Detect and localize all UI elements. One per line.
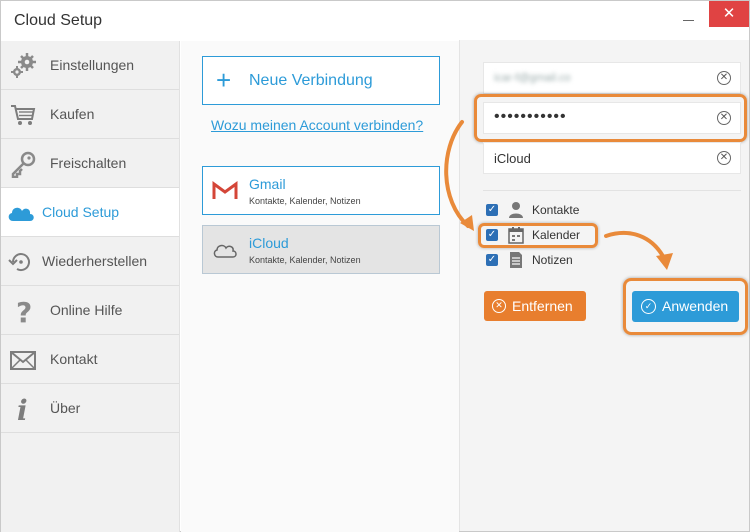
apply-button[interactable]: ✓ Anwenden — [632, 291, 739, 322]
sidebar-item-label: Online Hilfe — [50, 302, 123, 318]
account-services: Kontakte, Kalender, Notizen — [249, 255, 361, 265]
cloud-outline-icon — [213, 244, 237, 258]
remove-button-label: Entfernen — [512, 298, 573, 314]
sidebar-item-einstellungen[interactable]: Einstellungen — [1, 41, 179, 90]
info-icon: i — [17, 395, 28, 423]
note-icon — [510, 252, 522, 268]
sidebar-item-label: Freischalten — [50, 155, 127, 171]
checkbox-checked[interactable]: ✓ — [486, 204, 498, 216]
sidebar-item-ueber[interactable]: i Über — [1, 384, 179, 433]
person-icon — [509, 202, 523, 218]
checkbox-label: Kontakte — [532, 203, 580, 217]
sidebar-item-label: Kaufen — [50, 106, 95, 122]
email-value: icar-f@gmail.co — [494, 72, 571, 84]
sidebar-item-kaufen[interactable]: Kaufen — [1, 90, 179, 139]
close-button[interactable]: ✕ — [709, 1, 749, 27]
remove-circle-icon: ✕ — [492, 299, 506, 313]
checkbox-label: Notizen — [532, 253, 573, 267]
plus-icon: + — [216, 65, 232, 95]
sidebar-item-wiederherstellen[interactable]: Wiederherstellen — [1, 237, 179, 286]
clear-icon[interactable]: ✕ — [717, 71, 731, 85]
window-title: Cloud Setup — [14, 12, 103, 29]
check-circle-icon: ✓ — [641, 299, 656, 314]
minimize-button[interactable] — [682, 14, 696, 28]
password-highlight — [474, 94, 747, 142]
sidebar: Einstellungen Kaufen Freischalten Cloud … — [1, 41, 180, 532]
gears-icon — [11, 53, 36, 78]
new-connection-button[interactable]: + Neue Verbindung — [202, 56, 440, 105]
account-name-value: iCloud — [494, 151, 531, 166]
title-bar: Cloud Setup ✕ — [1, 1, 749, 41]
account-item-icloud[interactable]: iCloud Kontakte, Kalender, Notizen — [202, 225, 440, 274]
envelope-icon — [10, 351, 36, 370]
question-icon: ? — [16, 297, 32, 325]
sidebar-item-kontakt[interactable]: Kontakt — [1, 335, 179, 384]
sidebar-item-cloud-setup[interactable]: Cloud Setup — [1, 188, 179, 237]
key-icon — [11, 151, 36, 178]
sidebar-item-label: Über — [50, 400, 81, 416]
svg-text:i: i — [17, 395, 28, 423]
sidebar-item-freischalten[interactable]: Freischalten — [1, 139, 179, 188]
sidebar-item-label: Wiederherstellen — [42, 253, 148, 269]
checkbox-checked[interactable]: ✓ — [486, 254, 498, 266]
new-connection-label: Neue Verbindung — [249, 72, 373, 89]
why-connect-link[interactable]: Wozu meinen Account verbinden? — [211, 117, 423, 133]
cart-icon — [11, 105, 36, 125]
accounts-panel — [181, 41, 459, 532]
account-name: iCloud — [249, 235, 289, 251]
kalender-highlight — [478, 223, 598, 248]
apply-button-label: Anwenden — [662, 298, 729, 314]
sidebar-item-label: Kontakt — [50, 351, 98, 367]
restore-icon — [8, 253, 30, 272]
gmail-icon — [212, 181, 238, 199]
account-name-field[interactable]: iCloud ✕ — [483, 142, 741, 174]
clear-icon[interactable]: ✕ — [717, 151, 731, 165]
sidebar-item-label: Einstellungen — [50, 57, 135, 73]
divider — [483, 190, 741, 191]
email-field[interactable]: icar-f@gmail.co ✕ — [483, 62, 741, 94]
remove-button[interactable]: ✕ Entfernen — [484, 291, 586, 321]
svg-text:?: ? — [16, 297, 32, 325]
account-item-gmail[interactable]: Gmail Kontakte, Kalender, Notizen — [202, 166, 440, 215]
account-name: Gmail — [249, 176, 286, 192]
sidebar-item-label: Cloud Setup — [42, 204, 120, 220]
account-services: Kontakte, Kalender, Notizen — [249, 196, 361, 206]
sidebar-item-online-hilfe[interactable]: ? Online Hilfe — [1, 286, 179, 335]
cloud-icon — [8, 207, 34, 221]
